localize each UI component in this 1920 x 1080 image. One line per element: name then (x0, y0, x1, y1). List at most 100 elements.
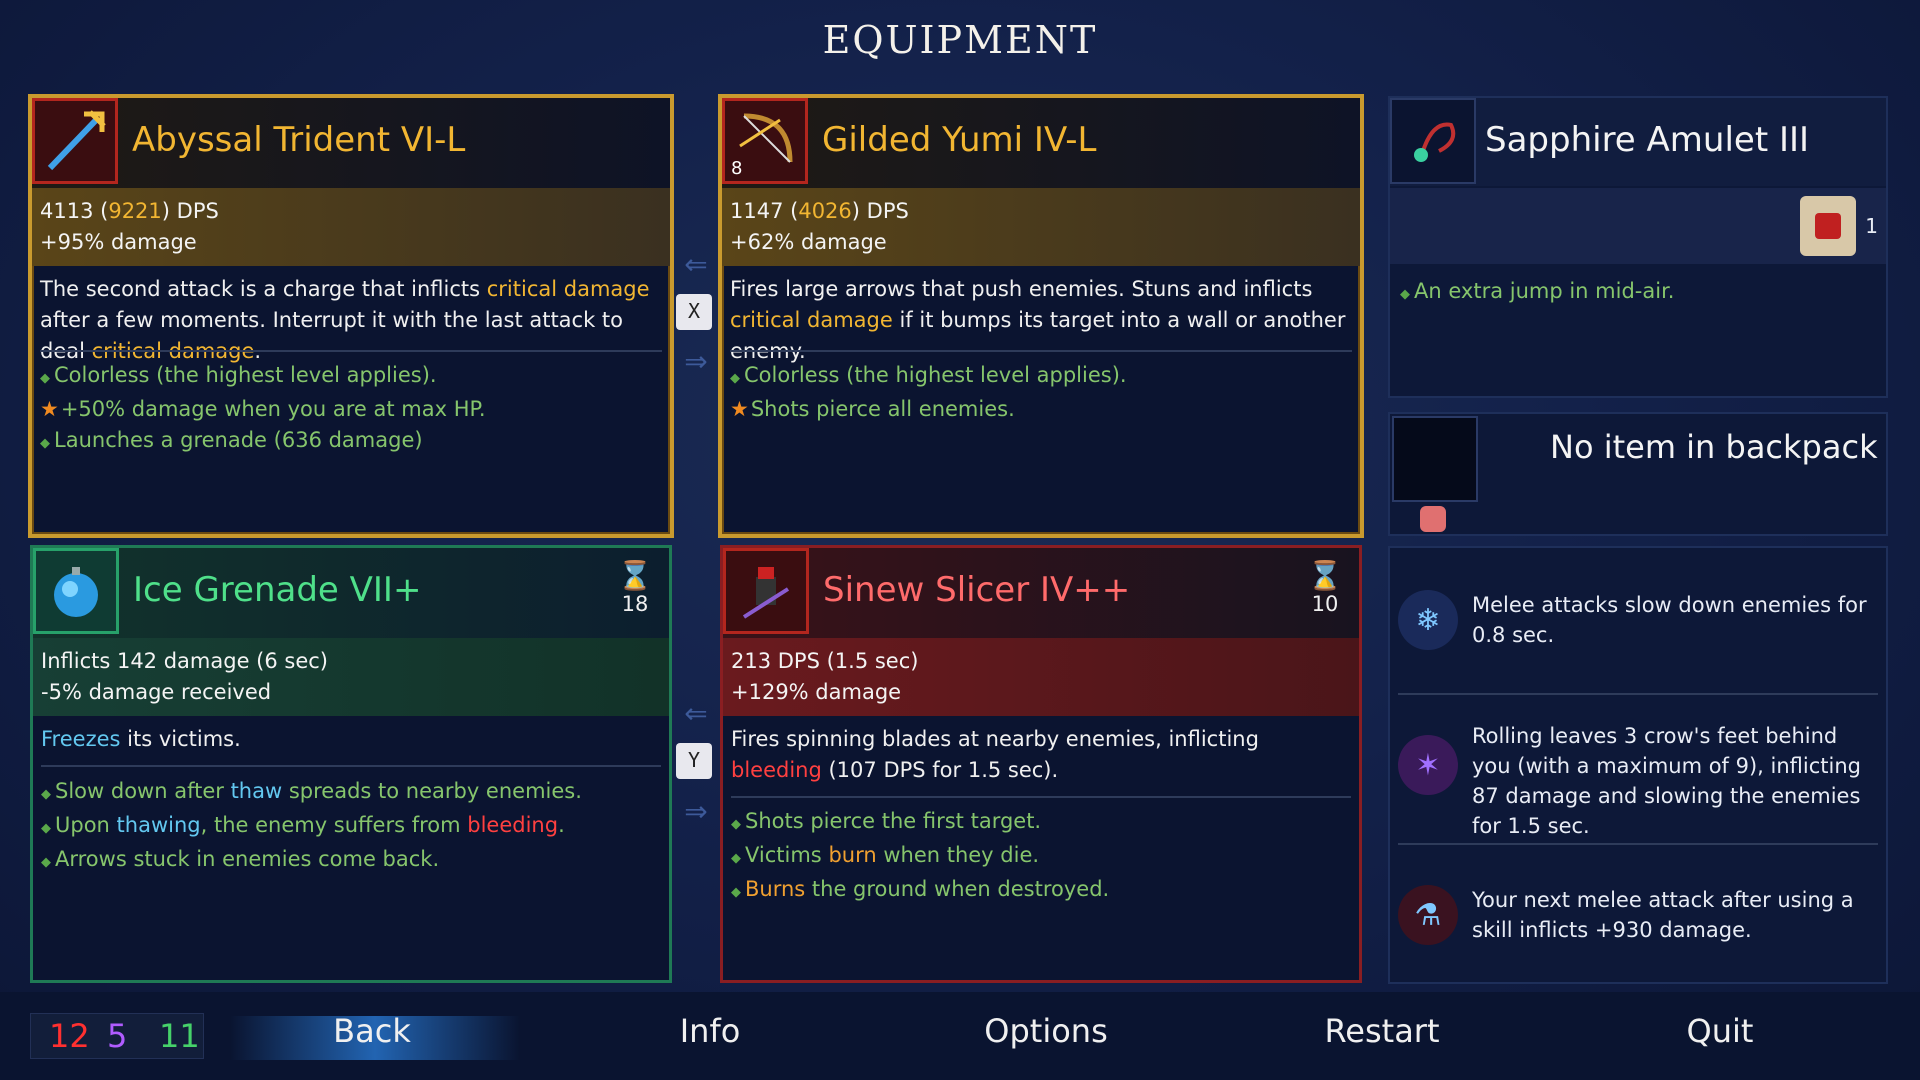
left-skill-card[interactable]: Ice Grenade VII+ ⌛ 18 Inflicts 142 damag… (30, 545, 672, 983)
affix-item: ◆ An extra jump in mid-air. (1400, 279, 1675, 303)
swap-left-arrow-icon: ⇐ (684, 248, 708, 281)
bow-icon: 8 (722, 98, 808, 184)
mutations-panel: ❄ Melee attacks slow down enemies for 0.… (1388, 546, 1888, 984)
left-skill-resist: -5% damage received (41, 680, 272, 704)
left-skill-stats: Inflicts 142 damage (6 sec) -5% damage r… (33, 638, 669, 716)
restart-button[interactable]: Restart (1272, 1012, 1492, 1050)
amulet-name: Sapphire Amulet III (1485, 120, 1810, 160)
right-skill-affixes: ◆ Shots pierce the first target. ◆ Victims… (731, 806, 1351, 908)
secondary-weapon-description: Fires large arrows that push enemies. St… (730, 277, 1346, 363)
left-skill-description: Freezes its victims. (41, 727, 241, 751)
swap-right-arrow-icon: ⇒ (684, 795, 708, 828)
right-skill-name: Sinew Slicer IV++ (823, 570, 1131, 610)
mutation-row[interactable]: ✶ Rolling leaves 3 crow's feet behind yo… (1390, 695, 1886, 843)
primary-weapon-stats: 4113 (9221) DPS +95% damage (32, 188, 670, 266)
primary-weapon-description: The second attack is a charge that infli… (40, 277, 650, 363)
trident-icon (32, 98, 118, 184)
divider (41, 765, 661, 767)
backpack-card[interactable]: No item in backpack (1388, 412, 1888, 536)
affix-item: ◆ Slow down after thaw spreads to nearby … (41, 779, 582, 803)
crows-feet-icon: ✶ (1398, 735, 1458, 795)
options-button[interactable]: Options (936, 1012, 1156, 1050)
amulet-icon (1390, 98, 1476, 184)
affix-item: ◆ Burns the ground when destroyed. (731, 877, 1110, 901)
mutation-row[interactable]: ⚗ Your next melee attack after using a s… (1390, 845, 1886, 982)
primary-damage-bonus: +95% damage (40, 230, 197, 254)
star-icon: ★ (40, 397, 59, 421)
affix-item: ◆ Shots pierce the first target. (731, 809, 1042, 833)
level-badge: 8 (731, 158, 743, 179)
secondary-weapon-stats: 1147 (4026) DPS +62% damage (722, 188, 1360, 266)
tactics-count: 5 (107, 1017, 128, 1055)
left-skill-cooldown: ⌛ 18 (615, 559, 655, 617)
back-button[interactable]: Back (262, 1012, 482, 1050)
swap-left-arrow-icon: ⇐ (684, 697, 708, 730)
swap-skills-key[interactable]: Y (676, 743, 712, 779)
mutation-text: Rolling leaves 3 crow's feet behind you … (1472, 724, 1861, 838)
scroll-icon (1800, 196, 1856, 256)
scroll-counters: 12 5 11 (30, 1013, 204, 1059)
amulet-card[interactable]: Sapphire Amulet III 1 ◆ An extra jump in … (1388, 96, 1888, 398)
secondary-weapon-name: Gilded Yumi IV-L (822, 120, 1097, 160)
left-skill-affixes: ◆ Slow down after thaw spreads to nearby … (41, 776, 661, 878)
primary-weapon-header: Abyssal Trident VI-L (32, 98, 670, 188)
affix-item: ◆ Arrows stuck in enemies come back. (41, 847, 440, 871)
affix-item: ★Shots pierce all enemies. (730, 397, 1015, 421)
right-skill-card[interactable]: Sinew Slicer IV++ ⌛ 10 213 DPS (1.5 sec)… (720, 545, 1362, 983)
cooldown-value: 18 (621, 592, 649, 616)
secondary-dps-alt: 4026 (798, 199, 852, 223)
scroll-count: 1 (1865, 214, 1878, 238)
divider (40, 350, 662, 352)
amulet-affixes: ◆ An extra jump in mid-air. (1400, 276, 1878, 310)
affix-item: ★+50% damage when you are at max HP. (40, 397, 486, 421)
combo-potion-icon: ⚗ (1398, 885, 1458, 945)
left-skill-name: Ice Grenade VII+ (133, 570, 422, 610)
left-skill-header: Ice Grenade VII+ ⌛ 18 (33, 548, 669, 638)
right-skill-dps: 213 DPS (1.5 sec) (731, 649, 919, 673)
secondary-dps-label: DPS (866, 199, 909, 223)
swap-right-arrow-icon: ⇒ (684, 345, 708, 378)
hourglass-icon: ⌛ (1307, 559, 1343, 592)
affix-item: ◆ Launches a grenade (636 damage) (40, 428, 423, 452)
secondary-weapon-affixes: ◆ Colorless (the highest level applies). … (730, 360, 1352, 425)
right-skill-stats: 213 DPS (1.5 sec) +129% damage (723, 638, 1359, 716)
frost-blade-icon: ❄ (1398, 590, 1458, 650)
divider (731, 796, 1351, 798)
right-skill-damage-bonus: +129% damage (731, 680, 902, 704)
primary-weapon-card[interactable]: Abyssal Trident VI-L 4113 (9221) DPS +95… (28, 94, 674, 538)
survival-count: 11 (159, 1017, 200, 1055)
quit-button[interactable]: Quit (1610, 1012, 1830, 1050)
info-button[interactable]: Info (600, 1012, 820, 1050)
sinew-slicer-icon (723, 548, 809, 634)
hourglass-icon: ⌛ (617, 559, 653, 592)
secondary-weapon-card[interactable]: 8 Gilded Yumi IV-L 1147 (4026) DPS +62% … (718, 94, 1364, 538)
mutation-row[interactable]: ❄ Melee attacks slow down enemies for 0.… (1390, 548, 1886, 693)
screen-title: EQUIPMENT (822, 18, 1098, 62)
affix-item: ◆ Upon thawing, the enemy suffers from bl… (41, 813, 565, 837)
primary-weapon-name: Abyssal Trident VI-L (132, 120, 466, 160)
primary-weapon-affixes: ◆ Colorless (the highest level applies). … (40, 360, 662, 459)
swap-weapons-key[interactable]: X (676, 294, 712, 330)
secondary-weapon-header: 8 Gilded Yumi IV-L (722, 98, 1360, 188)
secondary-damage-bonus: +62% damage (730, 230, 887, 254)
left-skill-damage: Inflicts 142 damage (6 sec) (41, 649, 328, 673)
affix-item: ◆ Colorless (the highest level applies). (40, 363, 437, 387)
affix-item: ◆ Victims burn when they die. (731, 843, 1040, 867)
right-skill-cooldown: ⌛ 10 (1305, 559, 1345, 617)
mutation-text: Melee attacks slow down enemies for 0.8 … (1472, 593, 1867, 647)
primary-dps-label: DPS (176, 199, 219, 223)
star-icon: ★ (730, 397, 749, 421)
backpack-icon (1420, 506, 1446, 532)
cooldown-value: 10 (1311, 592, 1339, 616)
secondary-dps: 1147 (730, 199, 784, 223)
affix-item: ◆ Colorless (the highest level applies). (730, 363, 1127, 387)
right-skill-header: Sinew Slicer IV++ ⌛ 10 (723, 548, 1359, 638)
mutation-text: Your next melee attack after using a ski… (1472, 888, 1854, 942)
backpack-slot[interactable] (1392, 416, 1478, 502)
amulet-header: Sapphire Amulet III (1390, 98, 1886, 186)
divider (730, 350, 1352, 352)
right-skill-description: Fires spinning blades at nearby enemies,… (731, 727, 1259, 782)
primary-dps: 4113 (40, 199, 94, 223)
primary-dps-alt: 9221 (108, 199, 162, 223)
brutality-count: 12 (49, 1017, 90, 1055)
